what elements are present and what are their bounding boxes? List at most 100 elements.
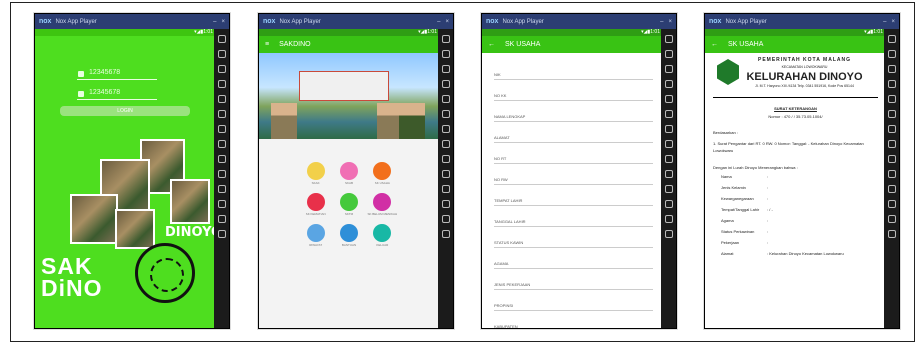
login-button[interactable]: LOGIN xyxy=(60,106,190,116)
toolbar-icon[interactable] xyxy=(217,185,226,193)
letter-number: Nomor : 470 / / 35.73.05.1004/ xyxy=(768,114,823,119)
toolbar-icon[interactable] xyxy=(217,215,226,223)
toolbar-icon[interactable] xyxy=(887,170,896,178)
username-field[interactable]: 12345678 xyxy=(77,69,157,80)
toolbar-icon[interactable] xyxy=(887,95,896,103)
form-field[interactable]: STATUS KAWIN xyxy=(494,227,653,248)
form-field[interactable]: PROPINSI xyxy=(494,290,653,311)
toolbar-icon[interactable] xyxy=(441,230,450,238)
close-icon[interactable]: × xyxy=(668,19,672,25)
form-field[interactable]: AGAMA xyxy=(494,248,653,269)
menu-item[interactable]: RIWAYAT xyxy=(299,224,332,247)
form-field[interactable]: NO RW xyxy=(494,164,653,185)
menu-item[interactable]: BANTUAN xyxy=(332,224,365,247)
toolbar-icon[interactable] xyxy=(664,125,673,133)
menu-item[interactable]: SKAB xyxy=(332,162,365,185)
letter-field-value: : / - xyxy=(767,207,773,212)
toolbar-icon[interactable] xyxy=(217,140,226,148)
toolbar-icon[interactable] xyxy=(441,170,450,178)
toolbar-icon[interactable] xyxy=(664,170,673,178)
toolbar-icon[interactable] xyxy=(441,215,450,223)
toolbar-icon[interactable] xyxy=(664,80,673,88)
toolbar-icon[interactable] xyxy=(887,155,896,163)
toolbar-icon[interactable] xyxy=(887,80,896,88)
toolbar-icon[interactable] xyxy=(664,215,673,223)
toolbar-icon[interactable] xyxy=(217,65,226,73)
form-field[interactable]: NIK xyxy=(494,59,653,80)
toolbar-icon[interactable] xyxy=(887,65,896,73)
toolbar-icon[interactable] xyxy=(664,50,673,58)
form-field[interactable]: ALAMAT xyxy=(494,122,653,143)
back-arrow-icon[interactable]: ← xyxy=(711,41,718,48)
toolbar-icon[interactable] xyxy=(887,140,896,148)
form-field[interactable]: TANGGAL LAHIR xyxy=(494,206,653,227)
toolbar-icon[interactable] xyxy=(441,125,450,133)
form-field[interactable]: NO KK xyxy=(494,80,653,101)
toolbar-icon[interactable] xyxy=(441,95,450,103)
toolbar-icon[interactable] xyxy=(664,140,673,148)
toolbar-icon[interactable] xyxy=(664,35,673,43)
toolbar-icon[interactable] xyxy=(217,110,226,118)
minimize-icon[interactable]: – xyxy=(437,19,440,25)
form-field[interactable]: NAMA LENGKAP xyxy=(494,101,653,122)
menu-item[interactable]: SK KEMATIAN xyxy=(299,193,332,216)
toolbar-icon[interactable] xyxy=(441,155,450,163)
toolbar-icon[interactable] xyxy=(887,110,896,118)
letter-field-label: Nama xyxy=(721,174,732,179)
toolbar-icon[interactable] xyxy=(887,215,896,223)
toolbar-icon[interactable] xyxy=(664,65,673,73)
form-field[interactable]: NO RT xyxy=(494,143,653,164)
toolbar-icon[interactable] xyxy=(217,170,226,178)
toolbar-icon[interactable] xyxy=(441,140,450,148)
minimize-icon[interactable]: – xyxy=(213,19,216,25)
toolbar-icon[interactable] xyxy=(887,230,896,238)
menu-item[interactable]: SK USAHA xyxy=(366,162,399,185)
toolbar-icon[interactable] xyxy=(664,230,673,238)
toolbar-icon[interactable] xyxy=(887,185,896,193)
close-icon[interactable]: × xyxy=(445,19,449,25)
nox-logo: nox xyxy=(486,18,499,25)
toolbar-icon[interactable] xyxy=(217,35,226,43)
menu-icon[interactable]: ≡ xyxy=(265,41,269,48)
form-field[interactable]: TEMPAT LAHIR xyxy=(494,185,653,206)
toolbar-icon[interactable] xyxy=(887,200,896,208)
toolbar-icon[interactable] xyxy=(217,50,226,58)
toolbar-icon[interactable] xyxy=(217,80,226,88)
password-field[interactable]: 12345678 xyxy=(77,89,157,100)
toolbar-icon[interactable] xyxy=(441,110,450,118)
toolbar-icon[interactable] xyxy=(887,50,896,58)
toolbar-icon[interactable] xyxy=(441,35,450,43)
toolbar-icon[interactable] xyxy=(887,35,896,43)
toolbar-icon[interactable] xyxy=(217,200,226,208)
toolbar-icon[interactable] xyxy=(441,50,450,58)
form-field[interactable]: KABUPATEN xyxy=(494,311,653,328)
close-icon[interactable]: × xyxy=(221,19,225,25)
emulator-title: Nox App Player xyxy=(55,18,97,25)
toolbar-icon[interactable] xyxy=(664,200,673,208)
toolbar-icon[interactable] xyxy=(664,110,673,118)
toolbar-icon[interactable] xyxy=(217,230,226,238)
menu-item[interactable]: SKAK xyxy=(299,162,332,185)
menu-item-label: BANTUAN xyxy=(341,243,357,247)
toolbar-icon[interactable] xyxy=(887,125,896,133)
menu-item[interactable]: SK BELUM MENIKAH xyxy=(366,193,399,216)
form-field[interactable]: JENIS PEKERJAAN xyxy=(494,269,653,290)
minimize-icon[interactable]: – xyxy=(883,19,886,25)
status-bar: ▾◢▮1:01 xyxy=(482,29,663,36)
close-icon[interactable]: × xyxy=(891,19,895,25)
toolbar-icon[interactable] xyxy=(664,95,673,103)
back-arrow-icon[interactable]: ← xyxy=(488,41,495,48)
menu-item[interactable]: SKTM xyxy=(332,193,365,216)
toolbar-icon[interactable] xyxy=(441,80,450,88)
toolbar-icon[interactable] xyxy=(441,185,450,193)
minimize-icon[interactable]: – xyxy=(660,19,663,25)
toolbar-icon[interactable] xyxy=(217,155,226,163)
toolbar-icon[interactable] xyxy=(217,125,226,133)
toolbar-icon[interactable] xyxy=(664,155,673,163)
toolbar-icon[interactable] xyxy=(217,95,226,103)
toolbar-icon[interactable] xyxy=(441,200,450,208)
toolbar-icon[interactable] xyxy=(664,185,673,193)
menu-item[interactable]: KELUAR xyxy=(366,224,399,247)
sk-usaha-form: NIK NO KK NAMA LENGKAP ALAMAT NO RT NO RW TEMP… xyxy=(482,53,663,328)
toolbar-icon[interactable] xyxy=(441,65,450,73)
